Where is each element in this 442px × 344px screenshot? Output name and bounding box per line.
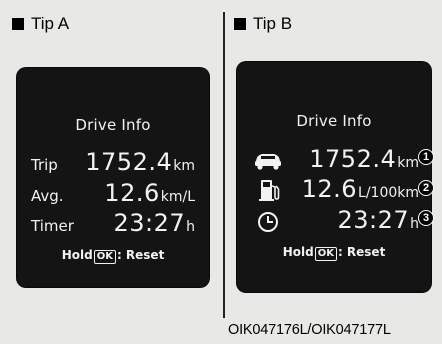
timer-label: Timer <box>31 217 74 235</box>
avg-label: Avg. <box>31 187 64 205</box>
square-bullet-icon <box>12 18 24 30</box>
hold-suffix: : Reset <box>116 248 165 262</box>
avg-row: Avg. 12.6km/L <box>17 179 209 209</box>
timer-value: 23:27 <box>337 206 410 234</box>
trip-unit: km <box>397 155 419 171</box>
hold-reset-hint: Hold OK: Reset <box>17 248 209 264</box>
trip-label: Trip <box>31 156 58 174</box>
trip-unit: km <box>173 158 195 174</box>
avg-value: 12.6 <box>301 175 358 203</box>
tip-a-label: Tip A <box>31 14 70 33</box>
display-title: Drive Info <box>75 116 151 134</box>
display-title: Drive Info <box>296 112 372 130</box>
timer-row: 23:27h <box>237 206 431 236</box>
trip-row: Trip 1752.4km <box>17 148 209 178</box>
hold-prefix: Hold <box>282 245 314 259</box>
timer-value: 23:27 <box>113 209 186 237</box>
hold-prefix: Hold <box>61 248 93 262</box>
trip-row: 1752.4km <box>237 145 431 175</box>
trip-value: 1752.4 <box>85 148 173 176</box>
manual-figure: Tip A Tip B Drive Info Trip 1752.4km Avg… <box>0 0 442 344</box>
car-icon <box>255 154 281 170</box>
tip-b-heading: Tip B <box>234 14 292 34</box>
tip-a-heading: Tip A <box>12 14 69 34</box>
ok-button-glyph: OK <box>93 250 116 264</box>
avg-unit: km/L <box>160 189 195 205</box>
avg-unit: L/100km <box>358 185 419 201</box>
avg-value: 12.6 <box>104 179 160 207</box>
fuel-pump-icon <box>259 180 280 201</box>
ok-button-glyph: OK <box>314 247 337 261</box>
callout-marker-3: 3 <box>418 210 434 226</box>
cluster-display-tip-b: Drive Info 1752.4km 12.6L/100km 23:27h H… <box>237 62 431 292</box>
tip-b-label: Tip B <box>253 14 293 33</box>
vertical-divider <box>223 12 225 318</box>
hold-suffix: : Reset <box>337 245 386 259</box>
timer-unit: h <box>186 219 195 235</box>
hold-reset-hint: Hold OK: Reset <box>237 245 431 261</box>
clock-icon <box>258 212 278 232</box>
callout-marker-1: 1 <box>418 149 434 165</box>
square-bullet-icon <box>234 18 246 30</box>
callout-marker-2: 2 <box>418 180 434 196</box>
figure-code-caption: OIK047176L/OIK047177L <box>228 322 391 338</box>
timer-row: Timer 23:27h <box>17 209 209 239</box>
cluster-display-tip-a: Drive Info Trip 1752.4km Avg. 12.6km/L T… <box>17 68 209 287</box>
trip-value: 1752.4 <box>309 145 397 173</box>
avg-row: 12.6L/100km <box>237 175 431 205</box>
